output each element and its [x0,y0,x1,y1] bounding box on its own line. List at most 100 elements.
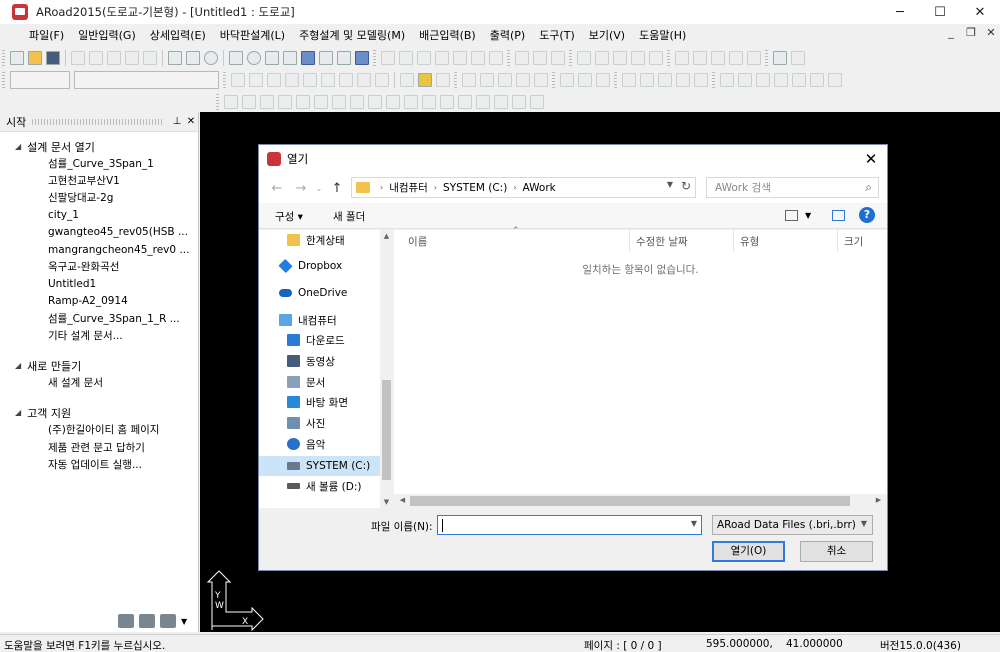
organize-button[interactable]: 구성 ▾ [275,209,303,224]
menu-rebar-input[interactable]: 배근입력(B) [412,27,483,43]
open-folder-icon[interactable] [28,51,42,65]
arc-icon[interactable] [658,73,672,87]
quantity-icon[interactable] [512,95,526,109]
project-tab-icon[interactable] [139,614,155,628]
nav-item-videos[interactable]: 동영상 [259,351,380,371]
globe-icon[interactable] [247,51,261,65]
section-open-documents-heading[interactable]: ◢ 설계 문서 열기 [0,138,198,155]
align-bottom-icon[interactable] [747,51,761,65]
recent-file-link[interactable]: 고현천교부산V1 [0,172,198,189]
camber-icon[interactable] [422,95,436,109]
toolbar-grip[interactable] [507,50,510,66]
column-type[interactable]: 유형 [734,230,838,252]
toolbar-grip[interactable] [2,72,5,88]
help-icon[interactable] [204,51,218,65]
new-file-icon[interactable] [10,51,24,65]
snap-nearest-icon[interactable] [828,73,842,87]
homepage-link[interactable]: (주)한길아이티 홈 페이지 [0,421,198,438]
panel-icon[interactable] [337,51,351,65]
section-support-heading[interactable]: ◢ 고객 지원 [0,404,198,421]
mirror-icon[interactable] [631,51,645,65]
move-icon[interactable] [577,51,591,65]
crosshair-icon[interactable] [791,51,805,65]
search-input[interactable]: AWork 검색 ⌕ [706,177,879,198]
recent-file-link[interactable]: city_1 [0,207,198,224]
print-preview-icon[interactable] [773,51,787,65]
zoom-previous-icon[interactable] [453,51,467,65]
tree-view-icon[interactable] [301,51,315,65]
nav-item-desktop[interactable]: 바탕 화면 [259,392,380,412]
toolbar-grip[interactable] [569,50,572,66]
output-tab-icon[interactable] [160,614,176,628]
polyline-icon[interactable] [640,73,654,87]
breadcrumb-computer[interactable]: 내컴퓨터 [389,180,428,195]
nav-item-folder[interactable]: 한계상태 [259,230,380,250]
recent-file-link[interactable]: 옥구교-완화곡선 [0,258,198,275]
toolbar-grip[interactable] [373,50,376,66]
record-icon[interactable] [339,73,353,87]
menu-general-input[interactable]: 일반입력(G) [71,27,143,43]
pointer-icon[interactable] [355,51,369,65]
view-options-icon[interactable] [785,210,798,221]
back-icon[interactable]: ← [265,181,289,196]
top-section-icon[interactable] [186,51,200,65]
column-size[interactable]: 크기 [838,230,887,252]
snap-center-icon[interactable] [774,73,788,87]
rotate-icon[interactable] [613,51,627,65]
plan-icon[interactable] [260,95,274,109]
tile-icon[interactable] [265,51,279,65]
load-icon[interactable] [440,95,454,109]
save-view-icon[interactable] [462,73,476,87]
navigation-scrollbar[interactable]: ▲ ▼ [380,230,393,508]
window-icon[interactable] [319,51,333,65]
import-icon[interactable] [516,73,530,87]
mdi-restore-button[interactable]: ❐ [962,26,980,39]
nav-item-computer[interactable]: 내컴퓨터 [259,310,380,330]
recent-file-link[interactable]: Untitled1 [0,275,198,292]
nav-item-drive-c[interactable]: SYSTEM (C:) [259,456,380,476]
recent-chevron-icon[interactable]: ⌄ [313,184,325,193]
filetype-select[interactable]: ARoad Data Files (.bri,.brr) ▼ [712,515,873,535]
export-icon[interactable] [498,73,512,87]
stop-icon[interactable] [267,73,281,87]
recent-file-link[interactable]: gwangteo45_rev05(HSB ... [0,224,198,241]
scale-icon[interactable] [649,51,663,65]
print-icon[interactable] [71,51,85,65]
mdi-minimize-button[interactable]: _ [942,26,960,39]
menu-help[interactable]: 도움말(H) [632,27,693,43]
expand-triangle-icon[interactable]: ◢ [15,408,21,417]
breadcrumb-separator-icon[interactable]: › [380,183,383,192]
zoom-in-icon[interactable] [399,51,413,65]
toolbar-grip[interactable] [552,72,555,88]
style-combo[interactable] [74,71,219,89]
drawing-icon[interactable] [494,95,508,109]
recent-file-link[interactable]: 섬률_Curve_3Span_1_R ... [0,310,198,327]
breadcrumb-drive[interactable]: SYSTEM (C:) [443,182,507,194]
nav-item-documents[interactable]: 문서 [259,372,380,392]
scroll-left-icon[interactable]: ◀ [396,496,409,504]
zoom-window-icon[interactable] [435,51,449,65]
scroll-up-icon[interactable]: ▲ [380,232,393,240]
recent-file-link[interactable]: mangrangcheon45_rev0 ... [0,241,198,258]
report-icon[interactable] [560,73,574,87]
breadcrumb-folder[interactable]: AWork [523,182,556,194]
section-icon[interactable] [224,95,238,109]
menu-output[interactable]: 출력(P) [483,27,532,43]
snap-point-icon[interactable] [720,73,734,87]
align-right-icon[interactable] [711,51,725,65]
forward-icon[interactable]: → [289,181,313,196]
refresh-icon[interactable]: ↻ [681,179,691,193]
toolbar-grip[interactable] [667,50,670,66]
nav-item-drive-d[interactable]: 새 볼륨 (D:) [259,476,380,496]
copy-icon[interactable] [595,51,609,65]
filetype-dropdown-icon[interactable]: ▼ [861,519,867,528]
chevron-down-icon[interactable]: ▼ [181,617,187,628]
snap-endpoint-icon[interactable] [738,73,752,87]
close-button[interactable]: ✕ [960,0,1000,24]
address-dropdown-icon[interactable]: ▼ [667,180,673,189]
table-icon[interactable] [229,51,243,65]
chart-icon[interactable] [578,73,592,87]
maximize-button[interactable]: ☐ [920,0,960,24]
zoom-extents-icon[interactable] [381,51,395,65]
nav-item-dropbox[interactable]: Dropbox [259,256,380,276]
